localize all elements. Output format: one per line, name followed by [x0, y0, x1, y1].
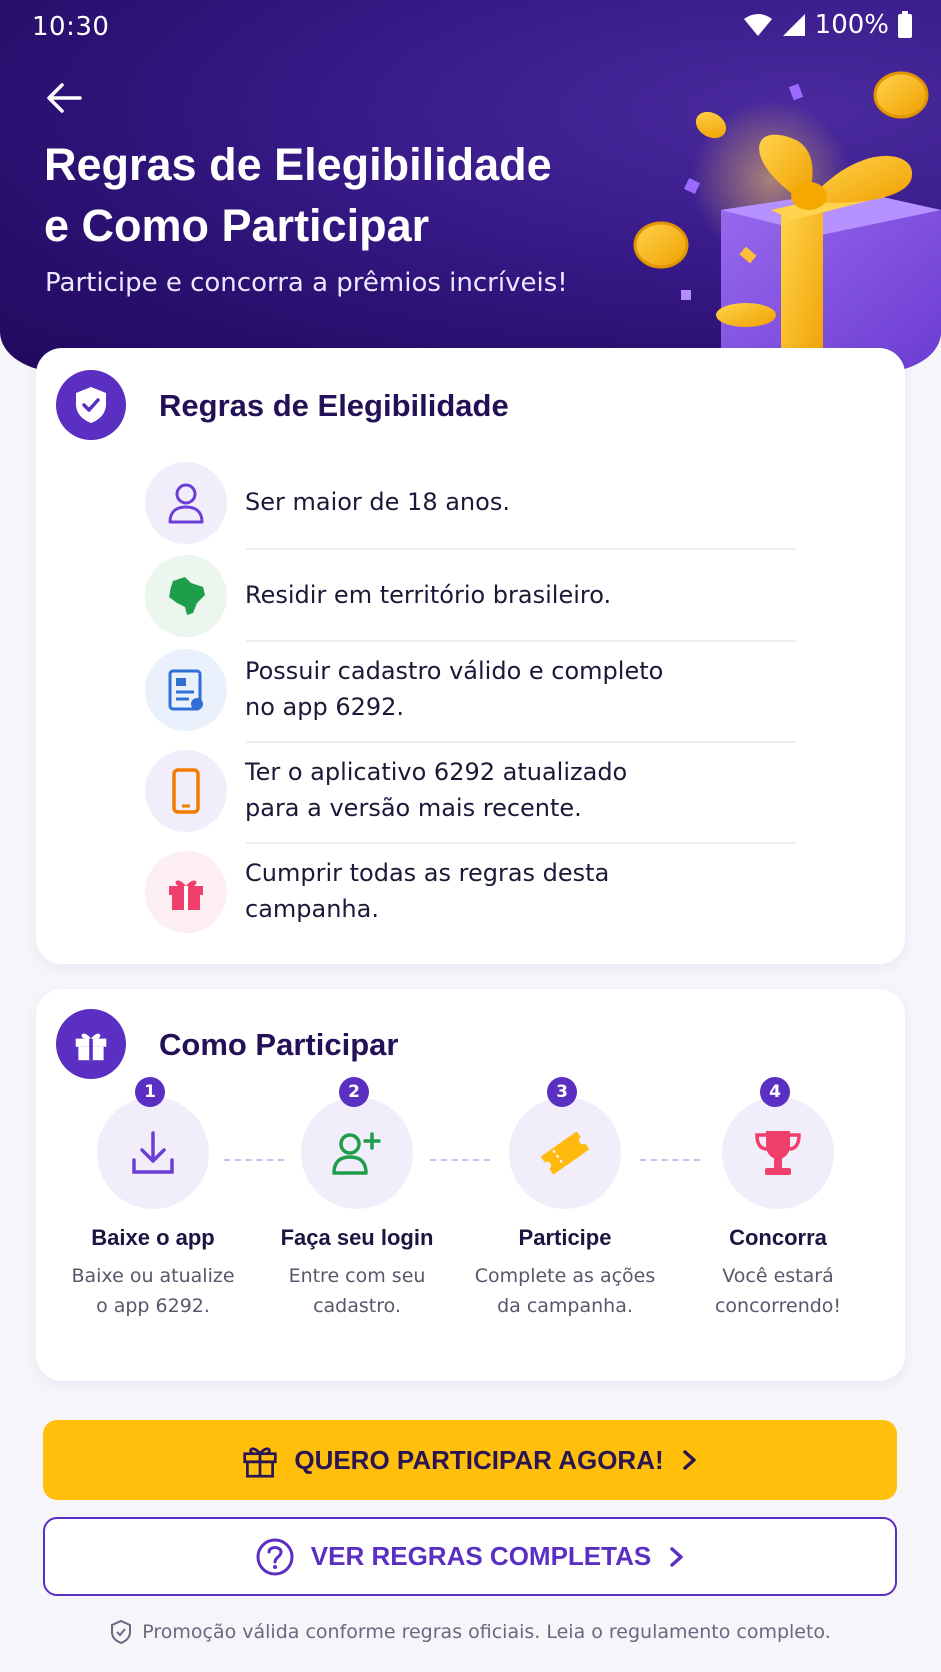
gift-icon [145, 851, 227, 933]
step-4: 4 Concorra Você estará concorrendo! [678, 1077, 878, 1321]
footer-note: Promoção válida conforme regras oficiais… [0, 1620, 941, 1644]
gift-box-illustration [633, 71, 941, 372]
gift-icon [75, 1033, 107, 1061]
title-line-2: e Como Participar [44, 200, 430, 251]
help-circle-icon [256, 1538, 294, 1575]
gift-icon [243, 1447, 277, 1478]
step-2: 2 Faça seu login Entre com seu cadastro. [257, 1077, 457, 1321]
how-to-card: Como Participar 1 Baixe o app Baixe ou a… [36, 989, 905, 1381]
how-to-title: Como Participar [159, 1027, 399, 1062]
step-circle: 2 [301, 1077, 413, 1209]
step-desc-line-1: Você estará [722, 1265, 834, 1287]
gift-badge [56, 1009, 126, 1079]
header-banner: 10:30 100% Regras de Elegibilidade e Com… [0, 0, 941, 372]
step-description: Baixe ou atualize o app 6292. [53, 1261, 253, 1321]
step-description: Entre com seu cadastro. [257, 1261, 457, 1321]
step-desc-line-1: Entre com seu [288, 1265, 426, 1287]
back-button[interactable] [40, 74, 88, 122]
step-number: 4 [760, 1077, 790, 1107]
person-icon [145, 462, 227, 544]
rule-line-2: para a versão mais recente. [245, 794, 582, 822]
divider [246, 741, 796, 743]
step-circle: 3 [509, 1077, 621, 1209]
step-number: 2 [339, 1077, 369, 1107]
step-description: Você estará concorrendo! [678, 1261, 878, 1321]
view-full-rules-button[interactable]: VER REGRAS COMPLETAS [43, 1517, 897, 1596]
arrow-left-icon [47, 83, 82, 113]
step-number: 1 [135, 1077, 165, 1107]
participate-now-label: QUERO PARTICIPAR AGORA! [294, 1444, 664, 1475]
shield-check-icon [76, 387, 106, 423]
step-circle: 4 [722, 1077, 834, 1209]
document-icon [145, 649, 227, 731]
step-title: Participe [518, 1225, 612, 1250]
step-title: Concorra [729, 1225, 827, 1250]
divider [246, 640, 796, 642]
divider [246, 842, 796, 844]
footer-note-text: Promoção válida conforme regras oficiais… [142, 1621, 831, 1643]
rule-line-1: Cumprir todas as regras desta [245, 859, 610, 887]
chevron-right-icon [682, 1450, 696, 1470]
step-title: Baixe o app [91, 1225, 215, 1250]
step-desc-line-2: concorrendo! [714, 1295, 842, 1317]
rule-line-2: campanha. [245, 895, 379, 923]
battery-icon [898, 11, 912, 38]
eligibility-title: Regras de Elegibilidade [159, 388, 509, 423]
view-full-rules-label: VER REGRAS COMPLETAS [310, 1541, 652, 1571]
divider [246, 548, 796, 550]
add-user-icon [332, 1132, 381, 1175]
shield-check-icon [111, 1620, 132, 1644]
rule-text: Residir em território brasileiro. [245, 581, 612, 609]
rule-text: Possuir cadastro válido e completo no ap… [245, 653, 685, 725]
rule-line-2: no app 6292. [245, 693, 405, 721]
step-description: Complete as ações da campanha. [465, 1261, 665, 1321]
step-number: 3 [547, 1077, 577, 1107]
step-circle: 1 [97, 1077, 209, 1209]
step-desc-line-1: Complete as ações [474, 1265, 656, 1287]
brazil-map-icon [145, 555, 227, 637]
page-subtitle: Participe e concorra a prêmios incríveis… [45, 268, 568, 298]
step-desc-line-2: o app 6292. [96, 1295, 210, 1317]
title-line-1: Regras de Elegibilidade [44, 139, 552, 190]
rule-text: Ser maior de 18 anos. [245, 488, 510, 516]
download-icon [132, 1131, 174, 1174]
rule-text: Ter o aplicativo 6292 atualizado para a … [245, 754, 685, 826]
rule-line-1: Ter o aplicativo 6292 atualizado [245, 758, 628, 786]
status-bar: 10:30 100% [0, 0, 941, 56]
participate-now-button[interactable]: QUERO PARTICIPAR AGORA! [43, 1420, 897, 1500]
step-desc-line-2: da campanha. [497, 1295, 633, 1317]
battery-level: 100% [814, 10, 889, 40]
eligibility-card: Regras de Elegibilidade Ser maior de 18 … [36, 348, 905, 964]
chevron-right-icon [670, 1546, 683, 1567]
step-desc-line-1: Baixe ou atualize [71, 1265, 235, 1287]
rule-text: Cumprir todas as regras desta campanha. [245, 855, 685, 927]
shield-badge [56, 370, 126, 440]
rule-line-1: Possuir cadastro válido e completo [245, 657, 664, 685]
ticket-icon [540, 1131, 590, 1175]
status-time: 10:30 [32, 12, 110, 42]
phone-icon [145, 750, 227, 832]
page-title: Regras de Elegibilidade e Como Participa… [44, 134, 644, 256]
signal-icon [782, 14, 805, 36]
step-desc-line-2: cadastro. [313, 1295, 401, 1317]
step-3: 3 Participe Complete as ações da campanh… [465, 1077, 665, 1321]
step-title: Faça seu login [280, 1225, 434, 1250]
trophy-icon [755, 1131, 801, 1175]
wifi-icon [743, 14, 772, 36]
step-1: 1 Baixe o app Baixe ou atualize o app 62… [53, 1077, 253, 1321]
